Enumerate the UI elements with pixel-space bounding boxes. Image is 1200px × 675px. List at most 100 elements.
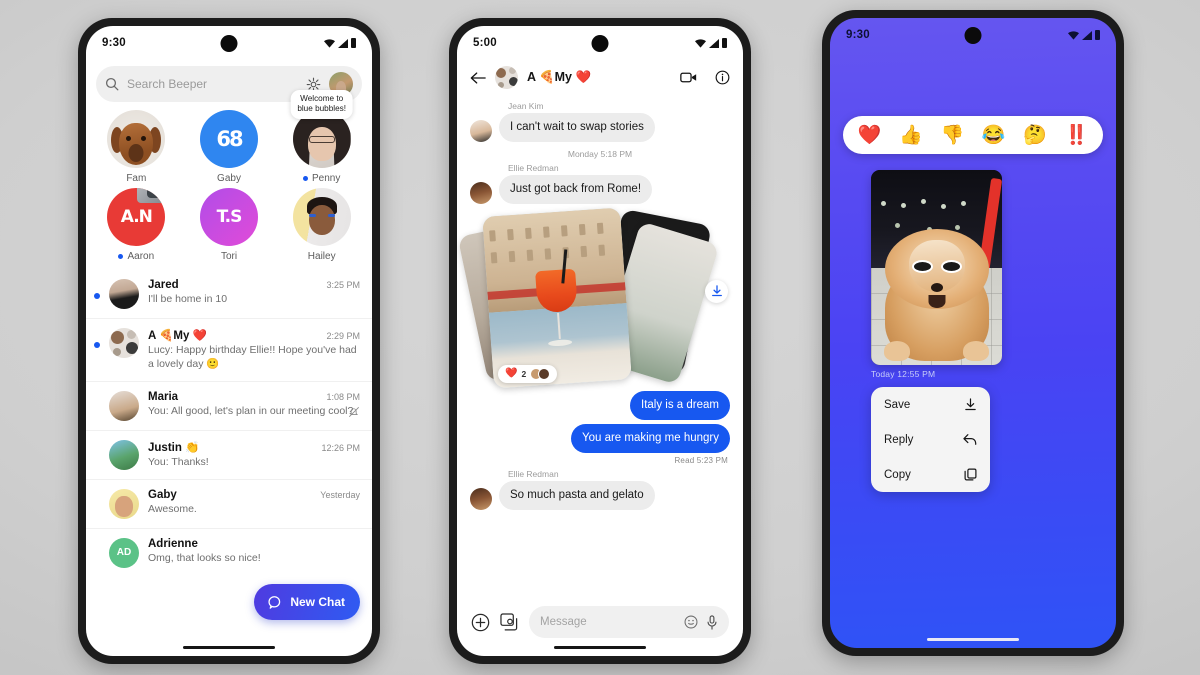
reaction-exclamation-icon[interactable]: ‼️ (1064, 126, 1088, 145)
message-bubble[interactable]: Just got back from Rome! (499, 174, 653, 204)
reaction-thumbs-up-icon[interactable]: 👍 (899, 126, 923, 145)
reaction-thinking-icon[interactable]: 🤔 (1023, 126, 1047, 145)
chat-preview: Awesome. (148, 502, 197, 515)
wifi-icon (324, 38, 335, 48)
table-row[interactable]: Maria 1:08 PM You: All good, let's plan … (86, 380, 372, 430)
menu-item-label: Reply (884, 433, 914, 446)
chat-preview: Lucy: Happy birthday Ellie!! Hope you've… (148, 344, 357, 371)
menu-item-reply[interactable]: Reply (871, 422, 990, 457)
story-item-tori[interactable]: T.S Tori (183, 188, 276, 262)
photo-attachment-stack[interactable]: ❤️ 2 (457, 207, 730, 389)
reply-arrow-icon (963, 433, 977, 446)
reaction-thumbs-down-icon[interactable]: 👎 (940, 126, 964, 145)
chat-bubble-icon (268, 595, 281, 609)
message-bubble[interactable]: So much pasta and gelato (499, 480, 655, 510)
story-name-text: Aaron (127, 251, 155, 262)
chat-preview: You: All good, let's plan in our meeting… (148, 404, 354, 417)
story-label: Hailey (308, 251, 336, 262)
story-label: Fam (126, 173, 146, 184)
story-item-gaby[interactable]: 68 Gaby (183, 110, 276, 184)
chat-name: Maria (148, 390, 179, 403)
phone-2-conversation: 5:00 A 🍕My ❤️ Jean Kim I can't wait to s… (449, 18, 751, 664)
message-sender: Ellie Redman (508, 162, 559, 173)
story-label: Tori (221, 251, 237, 262)
message-bubble[interactable]: Italy is a dream (630, 390, 730, 420)
message-bubble[interactable]: You are making me hungry (570, 423, 730, 453)
dog-with-sunglasses-photo[interactable] (871, 170, 1002, 365)
download-icon (711, 285, 722, 297)
chat-timestamp: 3:25 PM (326, 280, 360, 290)
video-call-icon[interactable] (680, 71, 697, 84)
unread-dot-icon (303, 176, 308, 181)
aaron-initials: A.N (120, 207, 153, 227)
day-separator: Monday 5:18 PM (567, 148, 633, 159)
message-row-incoming: I can't wait to swap stories (470, 113, 730, 142)
story-item-aaron[interactable]: A.N Aaron (90, 188, 183, 262)
signal-icon (1082, 30, 1092, 40)
unread-dot-icon (118, 254, 124, 259)
tori-initials: T.S (216, 207, 243, 227)
chat-content: Adrienne Omg, that looks so nice! (148, 538, 360, 565)
message-bubble[interactable]: I can't wait to swap stories (499, 113, 655, 142)
table-row[interactable]: Jared 3:25 PM I'll be home in 10 (86, 270, 372, 318)
avatar (470, 487, 492, 510)
home-indicator[interactable] (927, 638, 1019, 641)
menu-item-save[interactable]: Save (871, 387, 990, 422)
wifi-icon (695, 38, 706, 48)
gallery-icon[interactable] (500, 613, 519, 631)
stories-section: Fam 68 Gaby Welcome to blue bubbles! Pen… (86, 90, 372, 266)
message-input[interactable]: Message (529, 606, 729, 638)
context-menu: Save Reply Copy (871, 387, 990, 492)
chat-header-line: Adrienne (148, 538, 360, 550)
phone-3-reaction-menu: 9:30 ❤️ 👍 👎 😂 🤔 ‼️ Today 12:55 PM Save R… (822, 10, 1124, 656)
unread-indicator-icon (94, 293, 100, 299)
reaction-heart-icon[interactable]: ❤️ (858, 126, 882, 145)
plus-circle-icon[interactable] (471, 613, 490, 632)
message-input-placeholder[interactable]: Message (540, 616, 676, 628)
chat-name: Justin 👏 (148, 441, 200, 454)
story-item-hailey[interactable]: Hailey (275, 188, 368, 262)
download-attachment-button[interactable] (705, 279, 728, 303)
camera-punch-hole (591, 35, 609, 52)
chat-header-line: Jared 3:25 PM (148, 279, 360, 291)
emoji-icon[interactable] (684, 615, 698, 629)
table-row[interactable]: A 🍕My ❤️ 2:29 PM Lucy: Happy birthday El… (86, 318, 372, 381)
home-indicator[interactable] (183, 646, 275, 649)
new-chat-button[interactable]: New Chat (254, 584, 360, 620)
table-row[interactable]: Gaby Yesterday Awesome. (86, 478, 372, 528)
battery-icon (722, 38, 727, 48)
reaction-badge[interactable]: ❤️ 2 (498, 364, 558, 383)
microphone-icon[interactable] (706, 614, 718, 630)
chat-timestamp: 1:08 PM (326, 391, 360, 402)
status-bar: 5:00 (457, 26, 743, 60)
back-arrow-icon[interactable] (470, 71, 486, 85)
info-icon[interactable] (715, 70, 730, 85)
chat-content: Gaby Yesterday Awesome. (148, 489, 360, 516)
search-icon (105, 77, 119, 91)
story-name-text: Penny (312, 173, 341, 184)
story-item-penny[interactable]: Welcome to blue bubbles! Penny (275, 90, 368, 184)
camera-punch-hole (220, 35, 238, 52)
battery-icon (1095, 30, 1100, 40)
stories-row-2: A.N Aaron T.S Tori Hailey (90, 188, 368, 262)
menu-item-label: Copy (884, 468, 911, 481)
story-item-fam[interactable]: Fam (90, 110, 183, 184)
story-label: Aaron (118, 251, 154, 262)
menu-item-label: Save (884, 398, 911, 411)
battery-icon (351, 38, 356, 48)
phone-1-screen: 9:30 Search Beeper Fam 68 Gaby Welcome t… (86, 26, 372, 656)
search-input[interactable]: Search Beeper (127, 77, 298, 91)
photo-card-front-aperol-piazza[interactable] (482, 207, 632, 389)
hailey-avatar (292, 188, 351, 246)
group-avatar[interactable] (495, 66, 518, 89)
home-indicator[interactable] (554, 646, 646, 649)
status-bar: 9:30 (830, 18, 1116, 52)
story-label: Gaby (217, 173, 241, 184)
message-row-incoming: So much pasta and gelato (470, 480, 730, 510)
beeper-logo-text: 68 (216, 127, 243, 151)
menu-item-copy[interactable]: Copy (871, 457, 990, 492)
reaction-laughing-icon[interactable]: 😂 (982, 126, 1006, 145)
download-icon (964, 398, 977, 411)
table-row[interactable]: Justin 👏 12:26 PM You: Thanks! (86, 429, 372, 479)
table-row[interactable]: AD Adrienne Omg, that looks so nice! (86, 527, 372, 577)
